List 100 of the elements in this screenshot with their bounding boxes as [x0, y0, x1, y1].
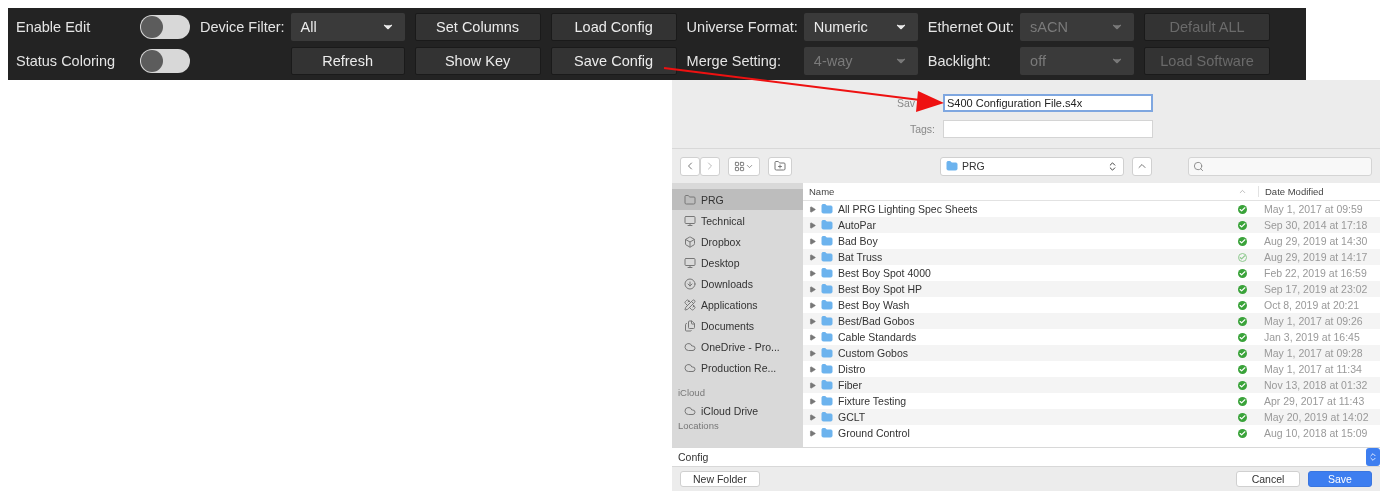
file-name: Fixture Testing [838, 395, 907, 407]
file-name: Cable Standards [838, 331, 917, 343]
sidebar-item[interactable]: Documents [672, 315, 803, 336]
folder-icon [821, 347, 833, 359]
file-row[interactable]: Best/Bad Gobos May 1, 2017 at 09:26 [803, 313, 1380, 329]
forward-button[interactable] [700, 156, 720, 176]
file-row[interactable]: Best Boy Spot HP Sep 17, 2019 at 23:02 [803, 281, 1380, 297]
file-name: Best Boy Spot 4000 [838, 267, 931, 279]
sidebar-icon [684, 298, 696, 311]
folder-icon [821, 299, 833, 311]
sidebar-icon [684, 193, 696, 206]
date-modified: Oct 8, 2019 at 20:21 [1263, 299, 1361, 311]
file-row[interactable]: Fiber Nov 13, 2018 at 01:32 [803, 377, 1380, 393]
toggle-switch[interactable] [140, 49, 190, 73]
search-field[interactable] [1188, 156, 1372, 176]
sidebar-icon [684, 235, 696, 248]
folder-icon [821, 379, 833, 391]
up-button[interactable] [1132, 156, 1152, 176]
folder-icon [821, 203, 833, 215]
toolbar-button[interactable]: Load Config [550, 13, 677, 41]
toggle-label: Status Coloring [16, 53, 117, 69]
sidebar-icon [684, 256, 696, 269]
date-modified: Aug 10, 2018 at 15:09 [1263, 427, 1369, 439]
view-button[interactable] [728, 156, 760, 176]
folder-icon [821, 251, 833, 263]
sidebar-item[interactable]: Production Re... [672, 357, 803, 378]
file-name: Distro [838, 363, 866, 375]
sidebar-item[interactable]: Desktop [672, 252, 803, 273]
file-name: Ground Control [838, 427, 910, 439]
folder-icon [821, 315, 833, 327]
date-modified: Aug 29, 2019 at 14:30 [1263, 235, 1369, 247]
filename-field[interactable]: S400 Configuration File.s4x [943, 94, 1153, 112]
file-row[interactable]: Custom Gobos May 1, 2017 at 09:28 [803, 345, 1380, 361]
file-name: AutoPar [838, 219, 876, 231]
folder-icon [821, 219, 833, 231]
dialog-button[interactable]: New Folder [680, 471, 760, 487]
date-modified: Feb 22, 2019 at 16:59 [1263, 267, 1368, 279]
field-label: Device Filter: [200, 19, 285, 35]
sidebar-item[interactable]: Technical [672, 210, 803, 231]
column-header[interactable]: Name [803, 186, 1238, 197]
file-row[interactable]: GCLT May 20, 2019 at 14:02 [803, 409, 1380, 425]
tags-field[interactable] [943, 120, 1153, 138]
sidebar-icon [684, 404, 696, 417]
sidebar-item[interactable]: PRG [672, 189, 803, 210]
toolbar-button[interactable]: Set Columns [414, 13, 541, 41]
date-modified: May 1, 2017 at 09:28 [1263, 347, 1364, 359]
file-name: GCLT [838, 411, 866, 423]
sidebar-item[interactable]: OneDrive - Pro... [672, 336, 803, 357]
folder-icon [946, 160, 958, 172]
sidebar-item[interactable]: iCloud Drive [672, 400, 803, 421]
toggle-switch[interactable] [140, 15, 190, 39]
file-row[interactable]: Bat Truss Aug 29, 2019 at 14:17 [803, 249, 1380, 265]
dropdown[interactable]: All [290, 13, 405, 41]
dialog-button[interactable]: Save [1308, 471, 1372, 487]
back-button[interactable] [680, 156, 700, 176]
save-as-label: Sav [896, 97, 917, 109]
date-modified: May 20, 2019 at 14:02 [1263, 411, 1370, 423]
tags-label: Tags: [908, 123, 935, 135]
toolbar-button[interactable]: Save Config [550, 47, 677, 75]
date-modified: May 1, 2017 at 09:59 [1263, 203, 1364, 215]
sidebar-item[interactable]: Dropbox [672, 231, 803, 252]
sidebar-heading: Locations [677, 421, 720, 433]
location-popup[interactable]: PRG [940, 156, 1124, 176]
field-label: Universe Format: [686, 19, 798, 35]
file-name: Bad Boy [838, 235, 878, 247]
date-modified: May 1, 2017 at 11:34 [1263, 363, 1363, 375]
file-name: Best Boy Wash [838, 299, 910, 311]
folder-icon [821, 283, 833, 295]
field-label: Merge Setting: [686, 53, 782, 69]
date-modified: Sep 17, 2019 at 23:02 [1263, 283, 1369, 295]
sort-icon [1238, 187, 1247, 196]
file-name: Bat Truss [838, 251, 883, 263]
dropdown[interactable]: Numeric [803, 13, 918, 41]
format-popup[interactable]: Config [672, 447, 1380, 467]
new-folder-icon-button[interactable] [768, 156, 792, 176]
up-down-icon [1107, 160, 1118, 172]
sidebar-icon [684, 340, 696, 353]
sidebar-item[interactable]: Applications [672, 294, 803, 315]
file-name: All PRG Lighting Spec Sheets [838, 203, 978, 215]
sidebar-item[interactable]: Downloads [672, 273, 803, 294]
sidebar-icon [684, 214, 696, 227]
file-name: Fiber [838, 379, 862, 391]
folder-icon [821, 427, 833, 439]
file-name: Custom Gobos [838, 347, 909, 359]
sidebar-heading: iCloud [677, 385, 706, 400]
folder-icon [821, 395, 833, 407]
sidebar-icon [684, 277, 696, 290]
file-row[interactable]: AutoPar Sep 30, 2014 at 17:18 [803, 217, 1380, 233]
folder-plus-icon [774, 160, 786, 172]
date-modified: Apr 29, 2017 at 11:43 [1263, 395, 1366, 407]
toolbar-button[interactable]: Refresh [290, 47, 405, 75]
toggle-label: Enable Edit [16, 19, 92, 35]
column-header[interactable]: Date Modified [1258, 186, 1380, 197]
folder-icon [821, 267, 833, 279]
dialog-button[interactable]: Cancel [1236, 471, 1300, 487]
field-label: Ethernet Out: [927, 19, 1015, 35]
toolbar-button[interactable]: Show Key [414, 47, 541, 75]
date-modified: Aug 29, 2019 at 14:17 [1263, 251, 1369, 263]
field-label: Backlight: [927, 53, 992, 69]
search-icon [1193, 160, 1204, 172]
